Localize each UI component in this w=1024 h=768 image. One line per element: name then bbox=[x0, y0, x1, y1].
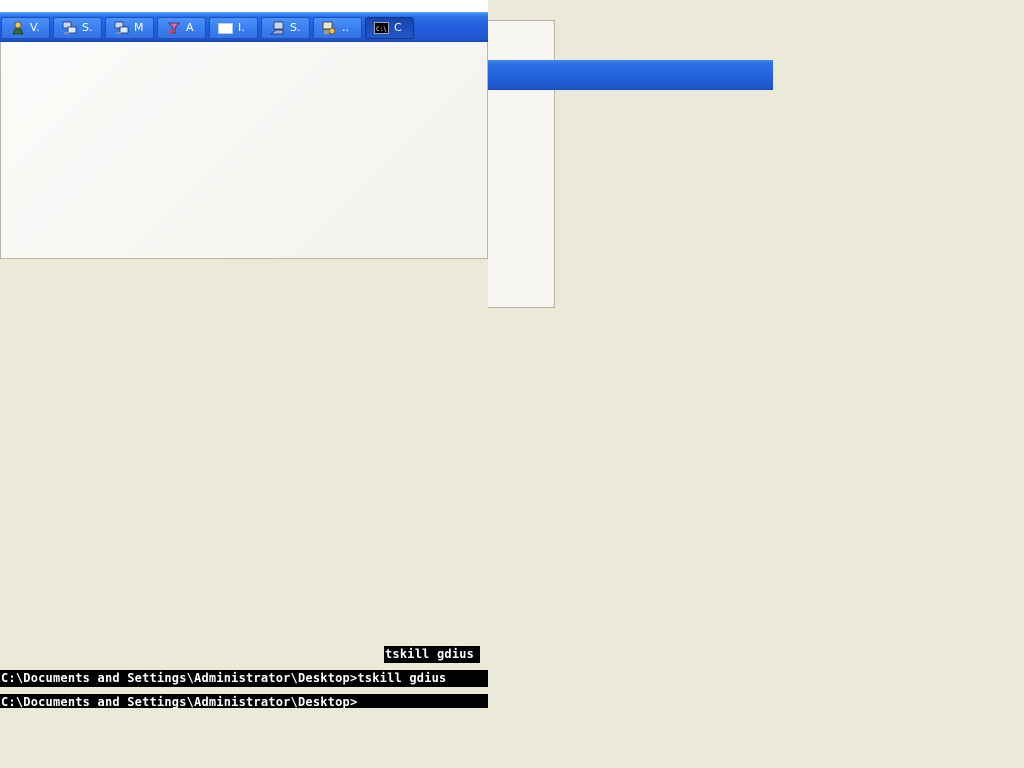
window-title-bar[interactable] bbox=[488, 60, 773, 90]
taskbar: V. S. M A I. S. .. C:\ C bbox=[0, 12, 488, 42]
taskbar-button-label: A bbox=[186, 21, 194, 34]
taskbar-button-services[interactable]: .. bbox=[313, 16, 362, 39]
console-prompt-line[interactable]: C:\Documents and Settings\Administrator\… bbox=[0, 694, 488, 709]
taskbar-button-label: S. bbox=[290, 21, 301, 34]
command-prompt-icon: C:\ bbox=[374, 21, 389, 35]
taskbar-button-label: M bbox=[134, 21, 144, 34]
user-icon bbox=[10, 21, 25, 35]
console-line[interactable]: C:\Documents and Settings\Administrator\… bbox=[0, 670, 488, 687]
taskbar-button-s2[interactable]: S. bbox=[261, 16, 310, 39]
taskbar-button-m[interactable]: M bbox=[105, 16, 154, 39]
taskbar-button-command-prompt[interactable]: C:\ C bbox=[365, 16, 414, 39]
taskbar-button-label: S. bbox=[82, 21, 93, 34]
console-selected-text[interactable]: tskill gdius bbox=[384, 646, 480, 663]
taskbar-button-s[interactable]: S. bbox=[53, 16, 102, 39]
main-window-body[interactable] bbox=[0, 42, 488, 259]
taskbar-button-label: .. bbox=[342, 21, 349, 34]
network-computers-icon bbox=[62, 21, 77, 35]
taskbar-button-label: V. bbox=[30, 21, 40, 34]
taskbar-button-i[interactable]: I. bbox=[209, 16, 258, 39]
taskbar-button-a[interactable]: A bbox=[157, 16, 206, 39]
window-top-strip bbox=[0, 0, 488, 12]
blank-window-icon bbox=[218, 21, 233, 35]
services-icon bbox=[322, 21, 337, 35]
desktop: V. S. M A I. S. .. C:\ C tskill gdius C:… bbox=[0, 0, 1024, 768]
computer-icon bbox=[270, 21, 285, 35]
taskbar-button-v[interactable]: V. bbox=[1, 16, 50, 39]
svg-text:C:\: C:\ bbox=[376, 26, 387, 33]
taskbar-button-label: I. bbox=[238, 21, 245, 34]
taskbar-button-label: C bbox=[394, 21, 402, 34]
network-computers-icon bbox=[114, 21, 129, 35]
tools-icon bbox=[166, 21, 181, 35]
